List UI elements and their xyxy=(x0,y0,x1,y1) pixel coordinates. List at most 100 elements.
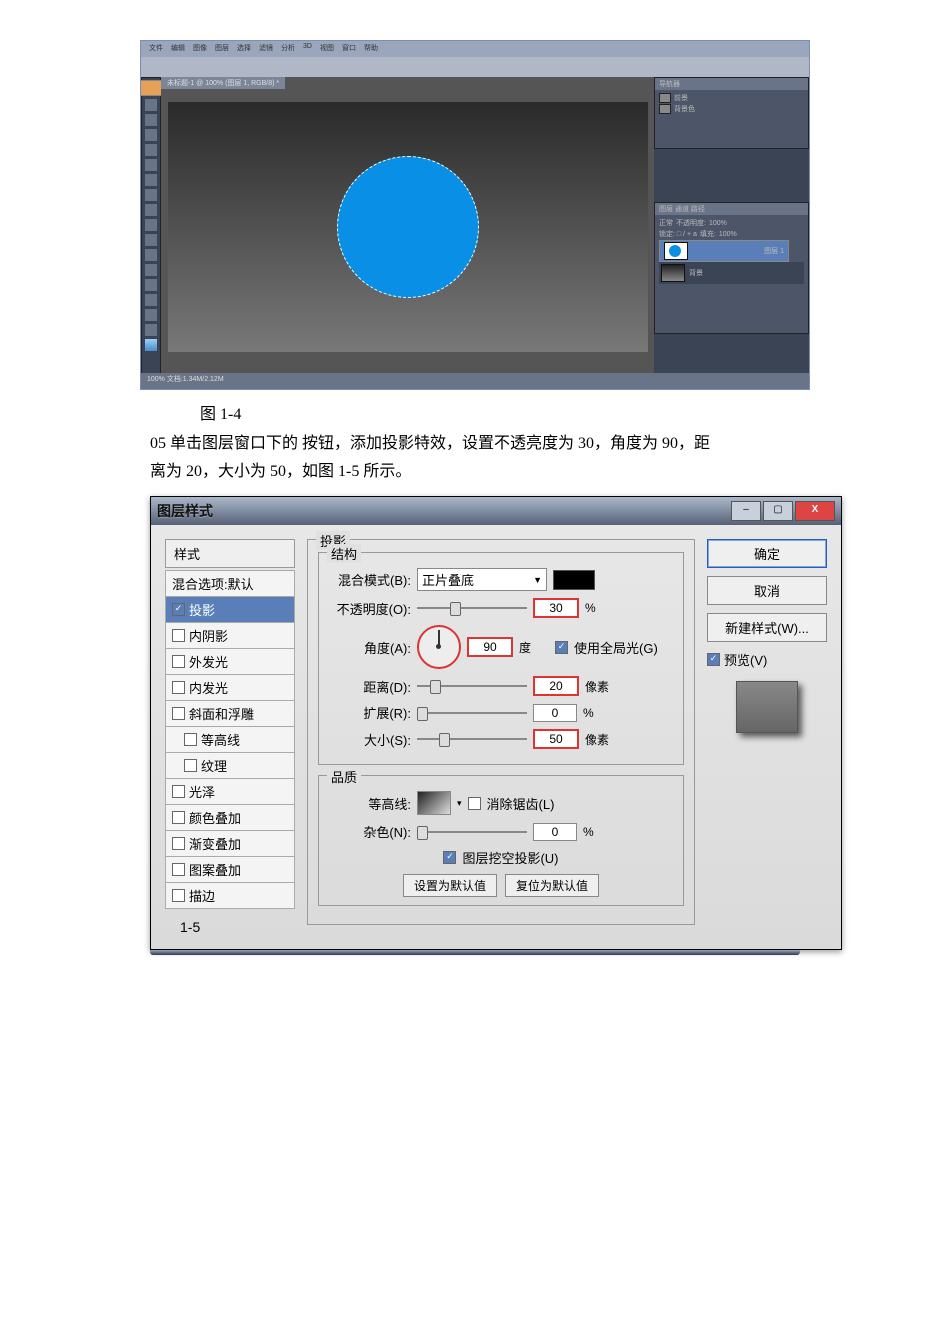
paragraph-line: 离为 20，大小为 50，如图 1-5 所示。 xyxy=(150,463,411,480)
style-outer-glow[interactable]: 外发光 xyxy=(165,649,295,675)
preview-checkbox[interactable] xyxy=(707,653,720,666)
layer-thumb-icon xyxy=(661,264,685,282)
quality-legend: 品质 xyxy=(327,767,361,786)
canvas-area: 未标题-1 @ 100% (图层 1, RGB/8) * xyxy=(161,77,654,377)
paragraph: 05 单击图层窗口下的 按钮，添加投影特效，设置不透亮度为 30，角度为 90，… xyxy=(150,430,800,458)
panels-column: 导航器 前景 背景色 图层 通道 路径 正常 不透明度: 100% xyxy=(654,77,809,377)
unit-px: 像素 xyxy=(585,678,615,695)
blend-mode-value: 正片叠底 xyxy=(422,570,474,589)
shape-tool-icon xyxy=(145,294,157,306)
new-style-button[interactable]: 新建样式(W)... xyxy=(707,613,827,642)
global-light-label: 使用全局光(G) xyxy=(574,638,658,657)
style-inner-glow[interactable]: 内发光 xyxy=(165,675,295,701)
checkbox-icon[interactable] xyxy=(184,759,197,772)
preview-thumbnail xyxy=(736,681,798,733)
global-light-checkbox[interactable] xyxy=(555,641,568,654)
antialias-label: 消除锯齿(L) xyxy=(487,794,555,813)
paragraph: 离为 20，大小为 50，如图 1-5 所示。 xyxy=(150,458,800,486)
pen-tool-icon xyxy=(145,249,157,261)
style-contour[interactable]: 等高线 xyxy=(165,727,295,753)
drop-shadow-settings: 投影 结构 混合模式(B): 正片叠底 ▼ xyxy=(307,539,695,935)
opacity-input[interactable]: 30 xyxy=(533,598,579,618)
distance-input[interactable]: 20 xyxy=(533,676,579,696)
knockout-checkbox[interactable] xyxy=(443,851,456,864)
layer-style-dialog: 图层样式 – ▢ X 样式 混合选项:默认 投影 内阴影 外发光 内发光 斜面和… xyxy=(150,496,842,950)
dialog-buttons: 确定 取消 新建样式(W)... 预览(V) xyxy=(707,539,827,935)
eyedropper-tool-icon xyxy=(145,159,157,171)
fill-label: 填充: xyxy=(700,229,716,239)
chevron-down-icon[interactable]: ▾ xyxy=(457,798,462,809)
angle-dial[interactable] xyxy=(417,625,461,669)
style-stroke[interactable]: 描边 xyxy=(165,883,295,909)
style-inner-shadow[interactable]: 内阴影 xyxy=(165,623,295,649)
layers-panel-header: 图层 通道 路径 xyxy=(655,203,808,215)
contour-picker[interactable] xyxy=(417,791,451,815)
reset-default-button[interactable]: 复位为默认值 xyxy=(505,874,599,897)
contour-row: 等高线: ▾ 消除锯齿(L) xyxy=(329,791,673,815)
style-pattern-overlay[interactable]: 图案叠加 xyxy=(165,857,295,883)
opacity-label: 不透明度: xyxy=(676,218,706,228)
checkbox-icon[interactable] xyxy=(172,837,185,850)
menu-item: 图层 xyxy=(215,43,229,55)
checkbox-icon[interactable] xyxy=(172,707,185,720)
menu-bar: 文件 编辑 图像 图层 选择 滤镜 分析 3D 视图 窗口 帮助 xyxy=(141,41,809,57)
checkbox-icon[interactable] xyxy=(172,629,185,642)
checkbox-icon[interactable] xyxy=(172,655,185,668)
spread-input[interactable]: 0 xyxy=(533,704,577,722)
style-color-overlay[interactable]: 颜色叠加 xyxy=(165,805,295,831)
spread-row: 扩展(R): 0 % xyxy=(329,703,673,722)
maximize-button[interactable]: ▢ xyxy=(763,501,793,521)
set-default-button[interactable]: 设置为默认值 xyxy=(403,874,497,897)
layer-name: 背景 xyxy=(689,268,703,278)
blend-mode: 正常 xyxy=(659,218,673,228)
checkbox-icon[interactable] xyxy=(172,603,185,616)
layer-row: 背景 xyxy=(659,262,804,284)
noise-slider[interactable] xyxy=(417,831,527,833)
noise-input[interactable]: 0 xyxy=(533,823,577,841)
blend-mode-row: 混合模式(B): 正片叠底 ▼ xyxy=(329,568,673,591)
cancel-button[interactable]: 取消 xyxy=(707,576,827,605)
checkbox-icon[interactable] xyxy=(172,681,185,694)
style-satin[interactable]: 光泽 xyxy=(165,779,295,805)
menu-item: 编辑 xyxy=(171,43,185,55)
style-gradient-overlay[interactable]: 渐变叠加 xyxy=(165,831,295,857)
document-tab: 未标题-1 @ 100% (图层 1, RGB/8) * xyxy=(161,77,285,89)
distance-label: 距离(D): xyxy=(329,677,411,696)
minimize-button[interactable]: – xyxy=(731,501,761,521)
checkbox-icon[interactable] xyxy=(184,733,197,746)
checkbox-icon[interactable] xyxy=(172,811,185,824)
style-bevel-emboss[interactable]: 斜面和浮雕 xyxy=(165,701,295,727)
distance-slider[interactable] xyxy=(417,685,527,687)
opacity-row: 不透明度(O): 30 % xyxy=(329,598,673,618)
checkbox-icon[interactable] xyxy=(172,889,185,902)
unit-degree: 度 xyxy=(519,639,549,656)
opacity-slider[interactable] xyxy=(417,607,527,609)
style-texture[interactable]: 纹理 xyxy=(165,753,295,779)
spread-label: 扩展(R): xyxy=(329,703,411,722)
shadow-color-swatch[interactable] xyxy=(553,570,595,590)
ok-button[interactable]: 确定 xyxy=(707,539,827,568)
layer-thumb-icon xyxy=(664,242,688,260)
close-button[interactable]: X xyxy=(795,501,835,521)
knockout-label: 图层挖空投影(U) xyxy=(462,848,558,867)
checkbox-icon[interactable] xyxy=(172,785,185,798)
status-bar: 100% 文档:1.34M/2.12M xyxy=(141,373,809,389)
layer-name: 图层 1 xyxy=(764,246,784,256)
size-input[interactable]: 50 xyxy=(533,729,579,749)
figure-caption-1-4: 图 1-4 xyxy=(200,400,930,424)
angle-input[interactable]: 90 xyxy=(467,637,513,657)
style-blending-options[interactable]: 混合选项:默认 xyxy=(165,570,295,597)
style-drop-shadow[interactable]: 投影 xyxy=(165,597,295,623)
antialias-checkbox[interactable] xyxy=(468,797,481,810)
size-slider[interactable] xyxy=(417,738,527,740)
checkbox-icon[interactable] xyxy=(172,863,185,876)
menu-item: 窗口 xyxy=(342,43,356,55)
opacity-label: 不透明度(O): xyxy=(329,599,411,618)
default-buttons: 设置为默认值 复位为默认值 xyxy=(329,874,673,897)
type-tool-icon xyxy=(145,264,157,276)
blend-mode-select[interactable]: 正片叠底 ▼ xyxy=(417,568,547,591)
spread-slider[interactable] xyxy=(417,712,527,714)
menu-item: 滤镜 xyxy=(259,43,273,55)
color-swatch-icon xyxy=(145,339,157,351)
structure-legend: 结构 xyxy=(327,544,361,563)
